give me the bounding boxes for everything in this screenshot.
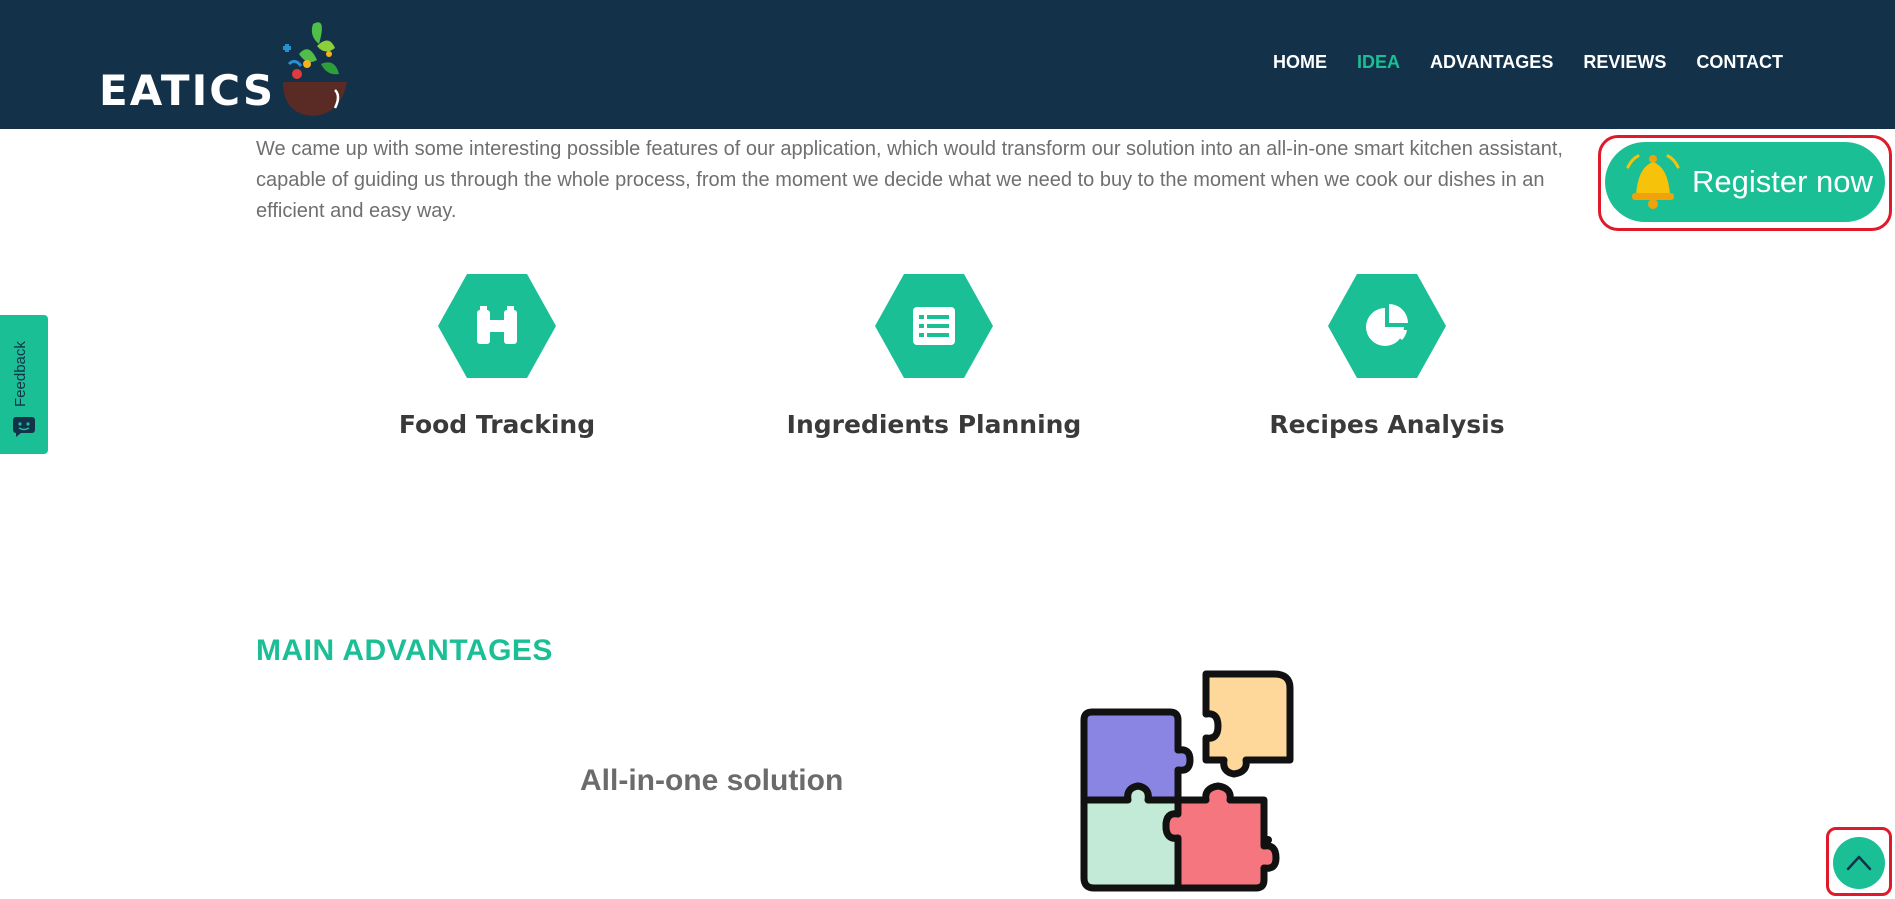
feature-food-tracking: Food Tracking bbox=[337, 272, 657, 439]
advantage-title: All-in-one solution bbox=[580, 764, 844, 797]
chevron-up-icon bbox=[1846, 855, 1872, 871]
feature-ingredients-planning: Ingredients Planning bbox=[774, 272, 1094, 439]
site-header: EATICS HOME IDEA ADVANTAGES REVIEWS CONT… bbox=[0, 0, 1895, 129]
feature-title: Ingredients Planning bbox=[786, 410, 1082, 439]
chat-face-icon bbox=[13, 417, 35, 437]
nav-advantages[interactable]: ADVANTAGES bbox=[1430, 52, 1553, 73]
main-nav: HOME IDEA ADVANTAGES REVIEWS CONTACT bbox=[1273, 52, 1783, 73]
intro-paragraph: We came up with some interesting possibl… bbox=[256, 138, 1563, 222]
nav-idea[interactable]: IDEA bbox=[1357, 52, 1400, 73]
list-icon bbox=[875, 274, 993, 378]
nav-contact[interactable]: CONTACT bbox=[1696, 52, 1783, 73]
pie-chart-icon bbox=[1328, 274, 1446, 378]
brand-name: EATICS bbox=[99, 66, 276, 115]
feature-title: Recipes Analysis bbox=[1269, 410, 1505, 439]
register-now-label: Register now bbox=[1692, 164, 1873, 199]
feature-title: Food Tracking bbox=[398, 410, 596, 439]
main-advantages-heading: MAIN ADVANTAGES bbox=[256, 634, 553, 667]
feedback-label: Feedback bbox=[12, 341, 29, 407]
back-to-top-button[interactable] bbox=[1833, 837, 1885, 889]
bell-icon bbox=[1626, 154, 1680, 209]
brand-logo[interactable]: EATICS bbox=[99, 14, 359, 119]
feedback-tab[interactable]: Feedback bbox=[0, 315, 48, 454]
binoculars-icon bbox=[438, 274, 556, 378]
bowl-leaves-logo-icon bbox=[283, 22, 347, 116]
feature-recipes-analysis: Recipes Analysis bbox=[1227, 272, 1547, 439]
puzzle-icon bbox=[1080, 670, 1294, 892]
nav-reviews[interactable]: REVIEWS bbox=[1583, 52, 1666, 73]
register-now-button[interactable]: Register now bbox=[1605, 142, 1885, 222]
nav-home[interactable]: HOME bbox=[1273, 52, 1327, 73]
